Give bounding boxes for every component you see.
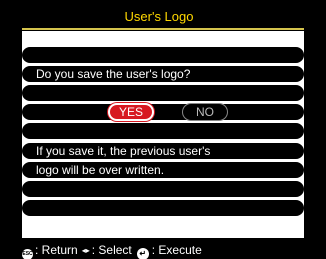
- buttons-row: [22, 104, 304, 120]
- menu-row-stripe: [22, 181, 304, 197]
- menu-row-stripe: [22, 123, 304, 139]
- question-row: Do you save the user's logo?: [22, 66, 304, 82]
- return-label: : Return: [35, 243, 78, 257]
- projector-menu-screen: User's Logo Do you save the user's logo?…: [0, 0, 326, 259]
- message-line-2: logo will be over written.: [36, 163, 165, 177]
- dialog-title: User's Logo: [19, 6, 299, 28]
- key-guide-footer: ESC: Return ◂▸: Select ↵: Execute: [22, 242, 312, 259]
- left-right-arrows-icon: ◂▸: [81, 246, 90, 255]
- menu-row-stripe: [22, 85, 304, 101]
- menu-row-stripe: [22, 200, 304, 216]
- title-divider: [22, 28, 304, 30]
- yes-button[interactable]: YES: [108, 103, 154, 121]
- no-button[interactable]: NO: [182, 103, 228, 121]
- message-row-2: logo will be over written.: [22, 162, 304, 178]
- select-label: : Select: [91, 243, 132, 257]
- menu-row-stripe: [22, 47, 304, 63]
- execute-label: : Execute: [151, 243, 202, 257]
- esc-icon: ESC: [22, 249, 33, 259]
- enter-icon: ↵: [136, 248, 149, 259]
- message-line-1: If you save it, the previous user's: [36, 144, 211, 158]
- message-row-1: If you save it, the previous user's: [22, 143, 304, 159]
- question-text: Do you save the user's logo?: [36, 67, 191, 81]
- dialog-panel: Do you save the user's logo? If you save…: [22, 31, 304, 238]
